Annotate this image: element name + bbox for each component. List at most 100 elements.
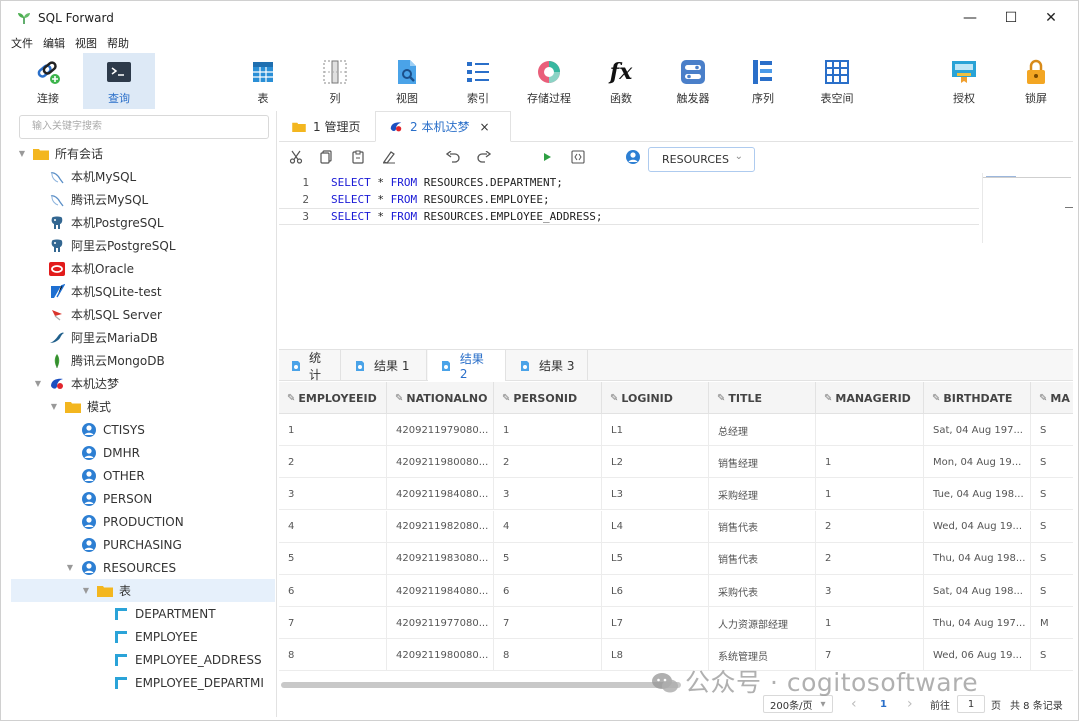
table-cell[interactable]: 2 [816, 510, 924, 543]
table-cell[interactable]: 采购代表 [709, 575, 816, 607]
minimize-button[interactable]: — [947, 1, 993, 35]
table-cell[interactable]: 4209211980080... [387, 446, 494, 479]
table-cell[interactable]: 6 [279, 575, 387, 607]
table-cell[interactable]: S [1031, 414, 1073, 446]
table-cell[interactable]: S [1031, 575, 1073, 607]
toolbar-view-button[interactable]: 视图 [383, 53, 431, 109]
table-cell[interactable]: 4209211982080... [387, 510, 494, 543]
search-input[interactable]: 输入关键字搜索 [19, 115, 269, 139]
table-row[interactable]: 2 4209211980080... 2 L2 销售经理 1 Mon, 04 Aug 19.… [279, 446, 1073, 479]
table-cell[interactable]: 采购经理 [709, 478, 816, 511]
tree-node-tables[interactable]: ▼ 表 [11, 579, 275, 602]
menu-edit[interactable]: 编辑 [43, 35, 65, 53]
table-cell[interactable]: 总经理 [709, 414, 816, 446]
toolbar-column-button[interactable]: 列 [311, 53, 359, 109]
tree-node-schemas[interactable]: ▼ 模式 [49, 395, 111, 418]
tree-node-session[interactable]: 阿里云PostgreSQL [49, 234, 176, 257]
table-row[interactable]: 5 4209211983080... 5 L5 销售代表 2 Thu, 04 Aug 198… [279, 542, 1073, 575]
table-row[interactable]: 3 4209211984080... 3 L3 采购经理 1 Tue, 04 Aug 198… [279, 478, 1073, 511]
caret-down-icon[interactable]: ▼ [81, 586, 91, 595]
tree-node-table[interactable]: EMPLOYEE [113, 625, 198, 648]
toolbar-trigger-button[interactable]: 触发器 [667, 53, 719, 109]
format-code-icon[interactable] [569, 148, 587, 166]
result-grid[interactable]: ✎ EMPLOYEEID ✎ NATIONALNO ✎ PERSONID ✎ LOGINID ✎… [279, 382, 1073, 682]
tree-node-schema[interactable]: PRODUCTION [81, 510, 184, 533]
scrollbar-thumb[interactable] [281, 682, 681, 688]
table-cell[interactable]: M [1031, 607, 1073, 639]
table-cell[interactable]: 4209211977080... [387, 607, 494, 640]
caret-down-icon[interactable]: ▼ [17, 149, 27, 158]
table-cell[interactable]: 6 [494, 575, 602, 607]
toolbar-table-button[interactable]: 表 [239, 53, 287, 109]
toolbar-query-button[interactable]: 查询 [83, 53, 155, 109]
menu-view[interactable]: 视图 [75, 35, 97, 53]
table-row[interactable]: 7 4209211977080... 7 L7 人力资源部经理 1 Thu, 04 Aug … [279, 607, 1073, 640]
table-cell[interactable]: 4209211984080... [387, 478, 494, 511]
tree-node-session[interactable]: 本机PostgreSQL [49, 211, 164, 234]
tree-node-session-dameng[interactable]: ▼ 本机达梦 [33, 372, 119, 395]
table-cell[interactable]: 4209211983080... [387, 542, 494, 575]
table-cell[interactable]: 4 [279, 510, 387, 543]
tree-node-session[interactable]: 阿里云MariaDB [49, 326, 158, 349]
tree-node-session[interactable]: 本机SQL Server [49, 303, 162, 326]
table-cell[interactable]: Wed, 04 Aug 19... [924, 510, 1031, 543]
run-icon[interactable] [538, 148, 556, 166]
column-header[interactable]: ✎ TITLE [709, 382, 816, 414]
table-cell[interactable]: 5 [279, 542, 387, 575]
table-cell[interactable]: 8 [494, 639, 602, 672]
table-cell[interactable]: 销售代表 [709, 542, 816, 575]
tab-manage-page[interactable]: 1 管理页 [279, 111, 373, 142]
close-button[interactable]: ✕ [1028, 1, 1074, 35]
table-cell[interactable]: Thu, 04 Aug 198... [924, 542, 1031, 575]
table-cell[interactable]: 3 [494, 478, 602, 511]
table-cell[interactable]: S [1031, 511, 1073, 543]
table-cell[interactable]: 销售经理 [709, 446, 816, 479]
table-cell[interactable]: 1 [816, 478, 924, 511]
column-header[interactable]: ✎ BIRTHDATE [924, 382, 1031, 414]
table-cell[interactable]: 2 [816, 542, 924, 575]
table-cell[interactable]: 4209211980080... [387, 639, 494, 672]
code-minimap[interactable] [982, 173, 1073, 243]
table-cell[interactable]: 8 [279, 639, 387, 672]
toolbar-index-button[interactable]: 索引 [454, 53, 502, 109]
tree-node-schema[interactable]: PERSON [81, 487, 152, 510]
tree-node-all-sessions[interactable]: ▼ 所有会话 [17, 142, 103, 165]
table-cell[interactable]: S [1031, 639, 1073, 671]
column-header[interactable]: ✎ NATIONALNO [387, 382, 494, 414]
table-cell[interactable]: S [1031, 543, 1073, 575]
tree-node-table[interactable]: EMPLOYEE_ADDRESS [113, 648, 262, 671]
table-cell[interactable]: 3 [279, 478, 387, 511]
table-cell[interactable]: L1 [602, 414, 709, 446]
table-row[interactable]: 1 4209211979080... 1 L1 总经理 Sat, 04 Aug 197..… [279, 414, 1073, 446]
table-cell[interactable]: 2 [494, 446, 602, 479]
table-cell[interactable]: Tue, 04 Aug 198... [924, 478, 1031, 511]
toolbar-tablespace-button[interactable]: 表空间 [809, 53, 865, 109]
table-cell[interactable]: L5 [602, 542, 709, 575]
tab-statistics[interactable]: 统计 [279, 350, 341, 382]
table-cell[interactable]: 2 [279, 446, 387, 479]
table-cell[interactable]: 4 [494, 510, 602, 543]
table-cell[interactable]: L3 [602, 478, 709, 511]
table-cell[interactable] [816, 414, 924, 446]
table-cell[interactable]: Sat, 04 Aug 197... [924, 414, 1031, 446]
tab-result-1[interactable]: 结果 1 [342, 350, 427, 381]
menu-help[interactable]: 帮助 [107, 35, 129, 53]
tree-node-session[interactable]: 本机MySQL [49, 165, 136, 188]
tree-node-schema[interactable]: CTISYS [81, 418, 145, 441]
caret-down-icon[interactable]: ▼ [65, 563, 75, 572]
tab-result-2[interactable]: 结果 2 [428, 350, 506, 381]
table-cell[interactable]: 7 [279, 607, 387, 640]
column-header[interactable]: ✎ MA [1031, 382, 1073, 414]
table-cell[interactable]: 1 [816, 607, 924, 640]
caret-down-icon[interactable]: ▼ [49, 402, 59, 411]
schema-select[interactable]: RESOURCES ⌄ [648, 147, 755, 172]
tree-node-schema[interactable]: DMHR [81, 441, 140, 464]
copy-icon[interactable] [318, 148, 336, 166]
table-cell[interactable]: Mon, 04 Aug 19... [924, 446, 1031, 479]
tree-node-schema-resources[interactable]: ▼ RESOURCES [65, 556, 176, 579]
tree-node-schema[interactable]: PURCHASING [81, 533, 182, 556]
table-cell[interactable]: 1 [494, 414, 602, 446]
table-cell[interactable]: Thu, 04 Aug 197... [924, 607, 1031, 640]
redo-icon[interactable] [475, 148, 493, 166]
table-cell[interactable]: 人力资源部经理 [709, 607, 816, 640]
